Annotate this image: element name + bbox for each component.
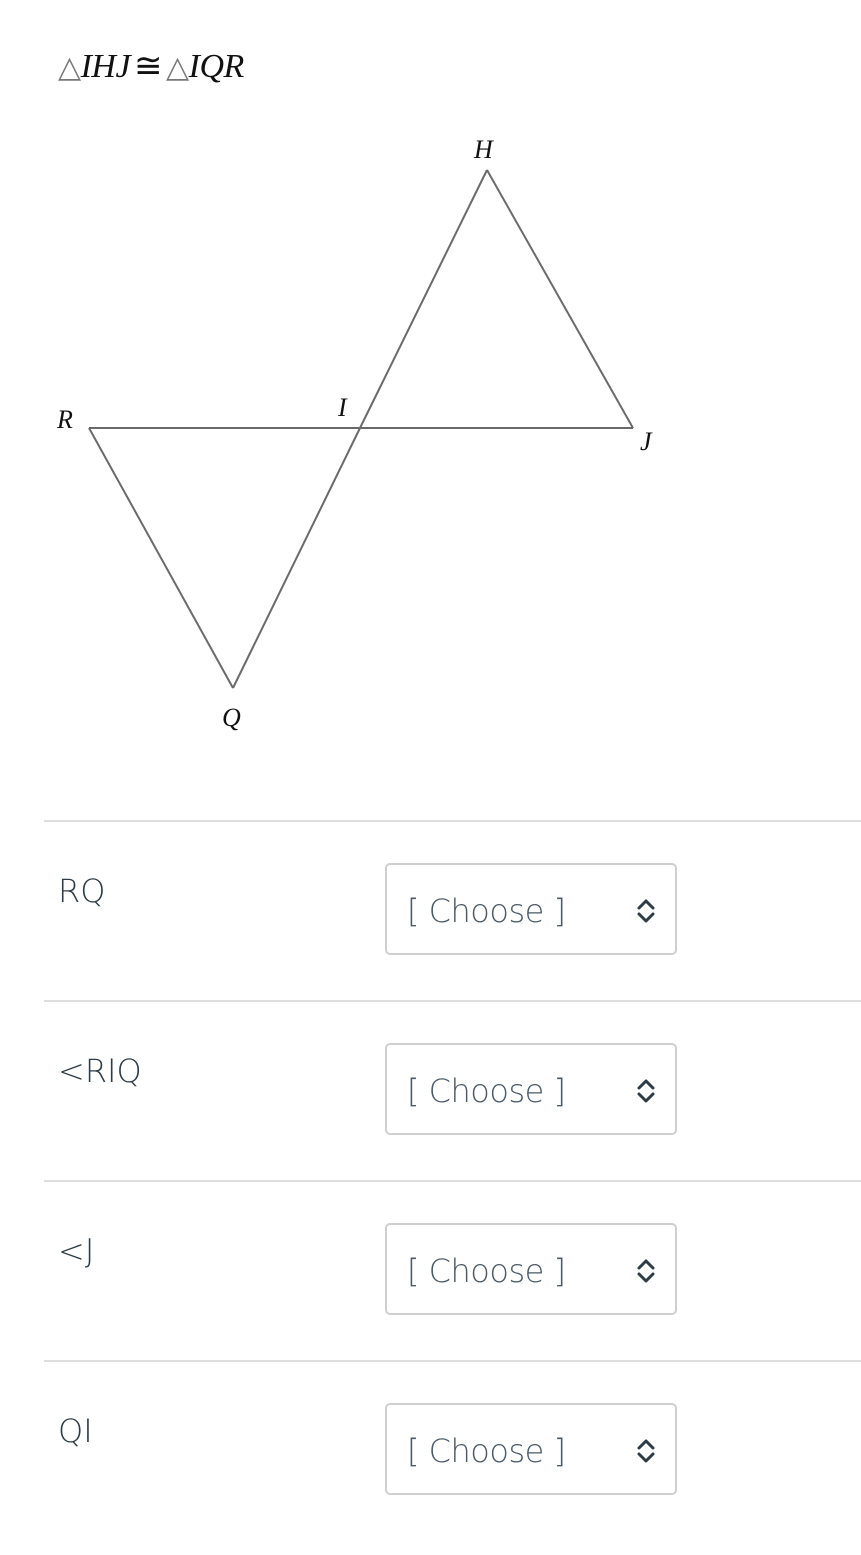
vertex-label-q: Q [222, 703, 241, 732]
triangle-ihj: IHJ [80, 48, 131, 85]
matching-row-rq: RQ [ Choose ] [44, 820, 861, 1000]
segment-iq [232, 427, 361, 689]
matching-row-qi: QI [ Choose ] [44, 1360, 861, 1540]
segment-qr [88, 427, 234, 689]
select-value: [ Choose ] [407, 892, 566, 930]
triangle-iqr: IQR [188, 48, 245, 85]
segment-hi [359, 169, 488, 429]
answer-select-rq[interactable]: [ Choose ] [385, 863, 677, 955]
matching-rows: RQ [ Choose ] <RIQ [ Choose ] <J [ Choos… [44, 820, 861, 1540]
row-label: <J [58, 1232, 95, 1270]
up-down-chevron-icon [637, 1079, 655, 1103]
answer-select-qi[interactable]: [ Choose ] [385, 1403, 677, 1495]
select-value: [ Choose ] [407, 1072, 566, 1110]
congruent-symbol: ≅ [134, 48, 163, 85]
triangle-symbol-right: △ [166, 51, 189, 84]
vertex-label-j: J [640, 427, 653, 456]
select-value: [ Choose ] [407, 1432, 566, 1470]
select-value: [ Choose ] [407, 1252, 566, 1290]
up-down-chevron-icon [637, 899, 655, 923]
congruence-statement: △IHJ ≅ △IQR [58, 46, 244, 86]
row-label: RQ [58, 872, 106, 910]
vertex-label-h: H [473, 135, 494, 164]
triangle-diagram: H R I J Q [56, 135, 653, 732]
vertex-label-i: I [337, 393, 348, 422]
segment-hj [486, 169, 634, 429]
matching-row-riq: <RIQ [ Choose ] [44, 1000, 861, 1180]
row-label: QI [58, 1412, 93, 1450]
row-label: <RIQ [58, 1052, 142, 1090]
answer-select-j[interactable]: [ Choose ] [385, 1223, 677, 1315]
vertex-label-r: R [56, 405, 73, 434]
triangle-symbol-left: △ [58, 51, 81, 84]
up-down-chevron-icon [637, 1259, 655, 1283]
answer-select-riq[interactable]: [ Choose ] [385, 1043, 677, 1135]
up-down-chevron-icon [637, 1439, 655, 1463]
matching-row-j: <J [ Choose ] [44, 1180, 861, 1360]
